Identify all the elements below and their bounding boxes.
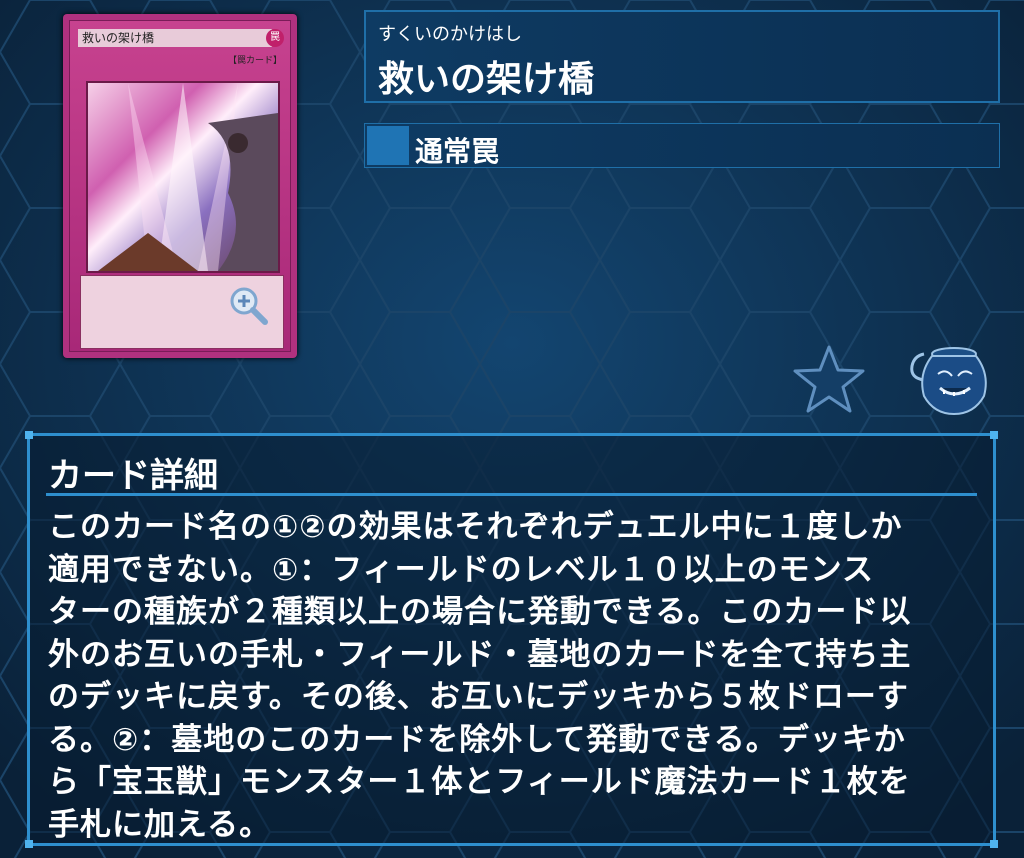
- card-name-ruby: すくいのかけはし: [378, 24, 522, 45]
- star-icon[interactable]: [793, 344, 865, 414]
- card-name: 救いの架け橋: [378, 59, 595, 100]
- card-effect-text: このカード名の①②の効果はそれぞれデュエル中に１度しか 適用できない。①：フィー…: [48, 509, 912, 843]
- panel-corner: [25, 431, 33, 439]
- card-type-marker: [367, 126, 409, 165]
- panel-corner: [990, 431, 998, 439]
- card-type-panel: 通常罠: [364, 123, 1000, 168]
- zoom-in-icon[interactable]: [228, 285, 268, 325]
- panel-corner: [25, 840, 33, 848]
- card-frame: 救いの架け橋 罠 【罠カード】: [69, 20, 291, 352]
- card-art-name: 救いの架け橋: [78, 29, 272, 47]
- card-type-label: 通常罠: [415, 135, 500, 168]
- trap-attribute-icon: 罠: [266, 29, 284, 47]
- divider: [46, 493, 977, 496]
- card-detail-panel: カード詳細 このカード名の①②の効果はそれぞれデュエル中に１度しか 適用できない…: [25, 431, 998, 848]
- pot-of-greed-icon[interactable]: [904, 344, 988, 416]
- card-image[interactable]: 救いの架け橋 罠 【罠カード】: [63, 14, 297, 358]
- card-name-panel: すくいのかけはし 救いの架け橋: [364, 10, 1000, 103]
- panel-corner: [990, 840, 998, 848]
- card-art-type-line: 【罠カード】: [227, 56, 282, 66]
- card-detail-title: カード詳細: [48, 456, 218, 496]
- card-artwork: [86, 81, 280, 273]
